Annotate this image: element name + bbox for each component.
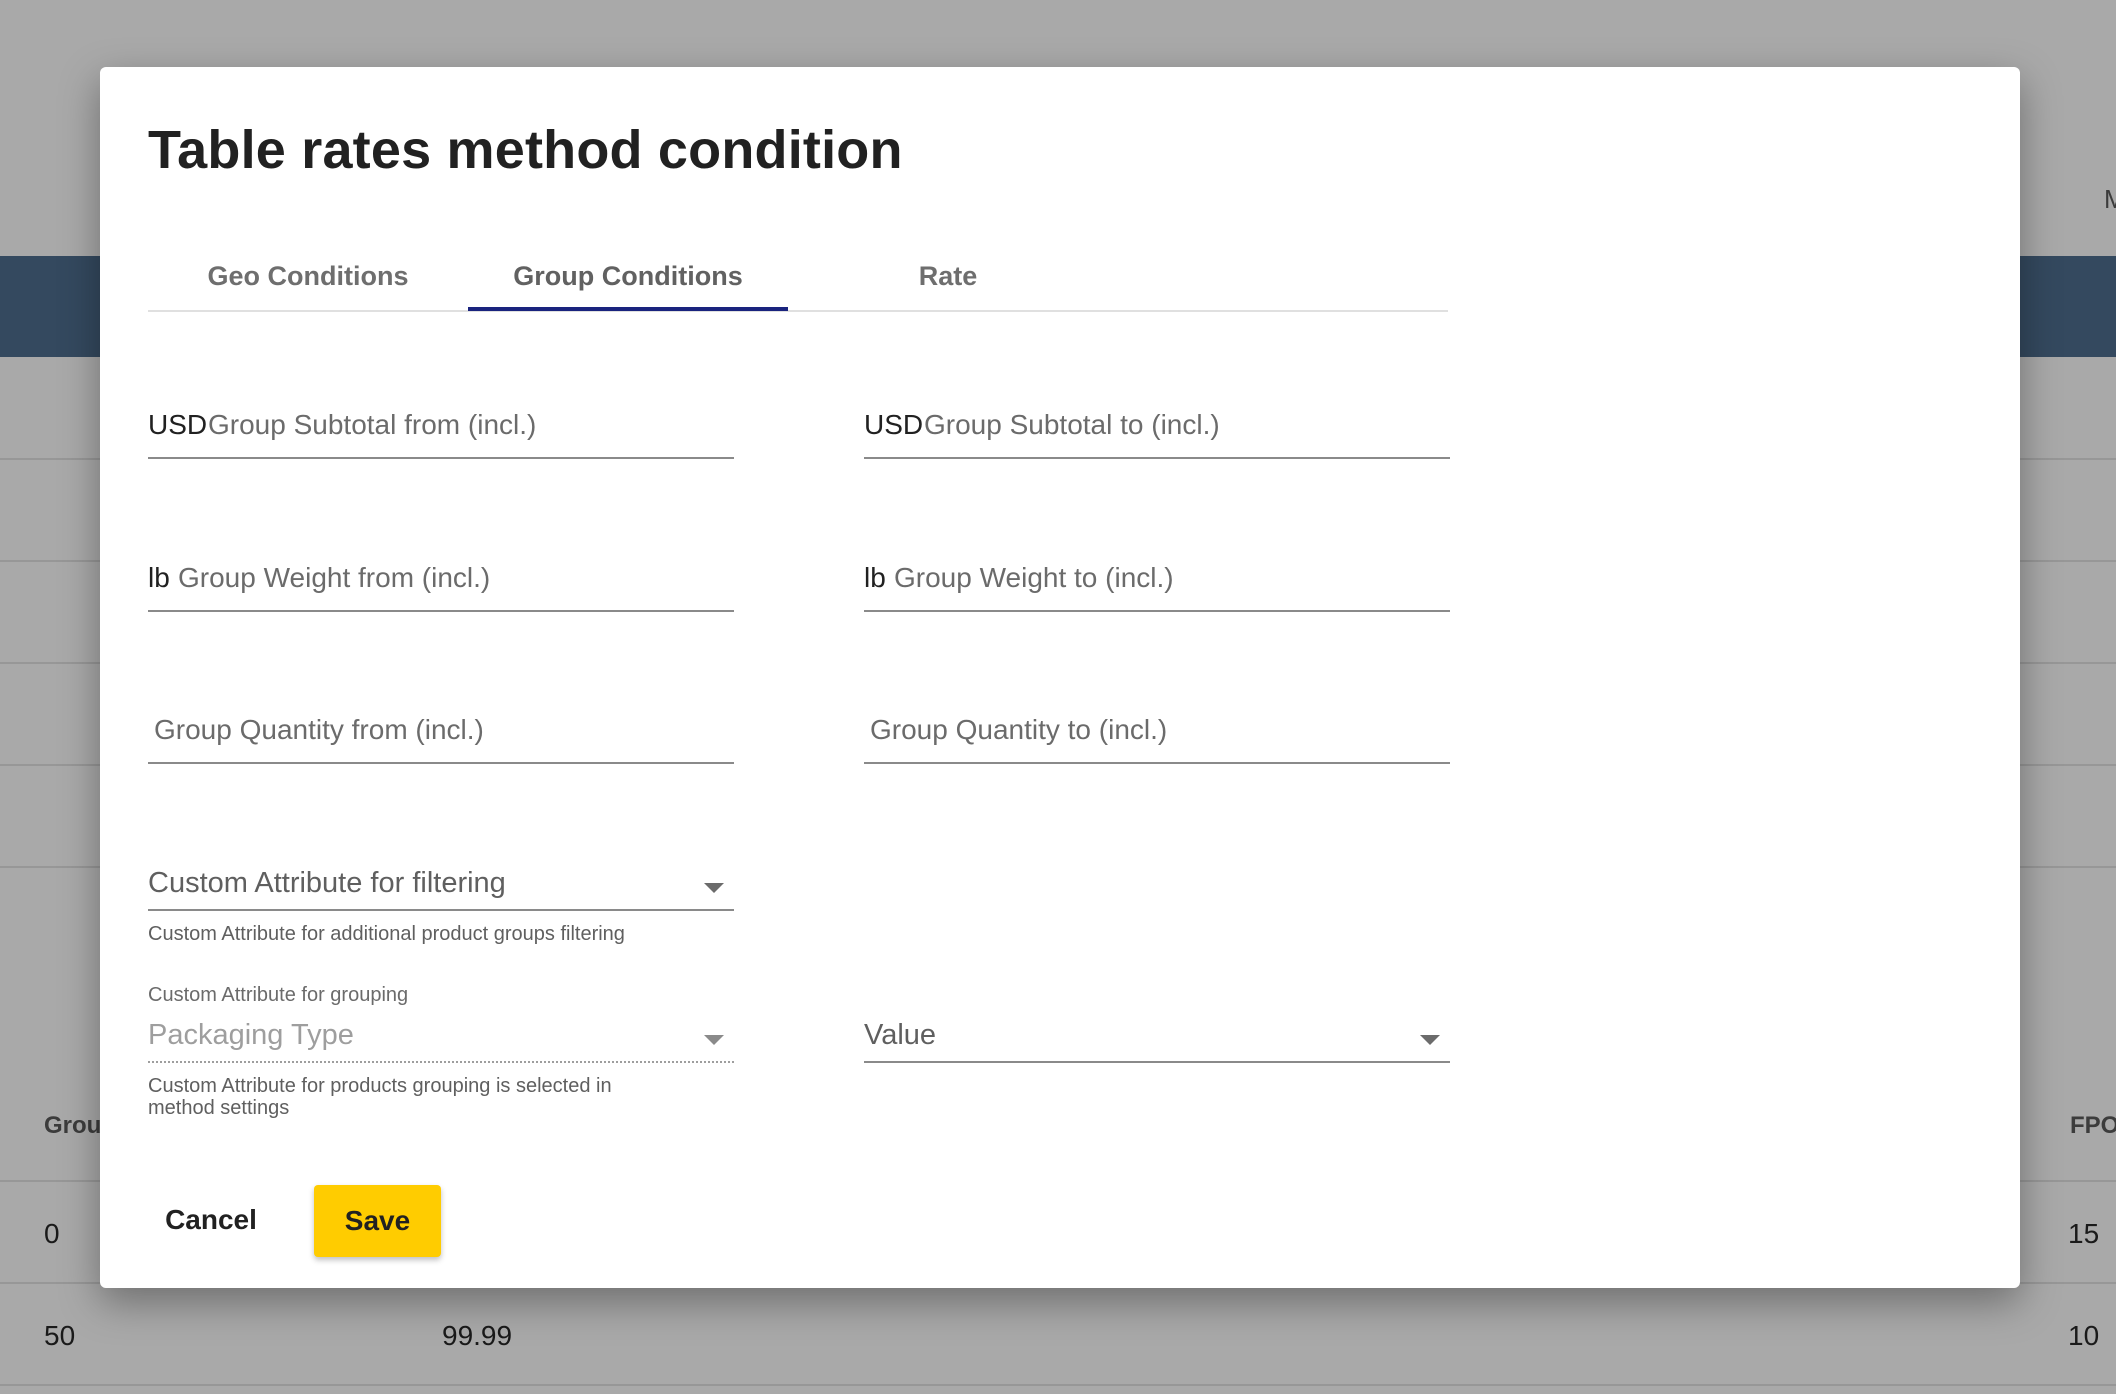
tab-rate[interactable]: Rate [788,241,1108,312]
custom-attribute-filter-hint: Custom Attribute for additional product … [148,923,625,945]
group-weight-to-input[interactable] [864,552,1450,610]
hint-line: method settings [148,1097,290,1119]
background-cell: 50 [44,1320,76,1351]
condition-dialog: Table rates method condition Geo Conditi… [100,67,2020,1288]
group-subtotal-to-input[interactable] [864,399,1450,457]
background-row-divider [0,1384,2116,1386]
group-quantity-from-input[interactable] [148,704,734,762]
dialog-title: Table rates method condition [148,120,903,180]
group-weight-from-input[interactable] [148,552,734,610]
tab-group-conditions[interactable]: Group Conditions [468,241,788,312]
active-tab-indicator [468,307,788,311]
custom-attribute-grouping-hint: Custom Attribute for products grouping i… [148,1075,612,1119]
background-cell: 15 [2068,1218,2100,1249]
save-button[interactable]: Save [314,1185,441,1257]
group-weight-from-field[interactable]: lb Group Weight from (incl.) [148,552,734,612]
group-quantity-to-field[interactable]: Group Quantity to (incl.) [864,704,1450,764]
group-subtotal-from-field[interactable]: USD Group Subtotal from (incl.) [148,399,734,459]
background-cell: 99.99 [442,1320,513,1351]
custom-attribute-grouping-value: Packaging Type [148,1019,354,1051]
custom-attribute-grouping-select: Packaging Type [148,1003,734,1063]
background-cell: 0 [44,1218,60,1249]
chevron-down-icon [1420,1035,1440,1045]
background-header-text: M [2104,184,2116,214]
value-select[interactable]: Value [864,1003,1450,1063]
custom-attribute-filter-label: Custom Attribute for filtering [148,867,506,899]
hint-line: Custom Attribute for products grouping i… [148,1075,612,1097]
cancel-button[interactable]: Cancel [148,1185,274,1255]
chevron-down-icon [704,883,724,893]
background-column-header: FPO [2070,1112,2116,1139]
group-weight-to-field[interactable]: lb Group Weight to (incl.) [864,552,1450,612]
value-select-label: Value [864,1019,937,1051]
group-subtotal-from-input[interactable] [148,399,734,457]
group-quantity-to-input[interactable] [864,704,1450,762]
background-column-header: Grou [44,1112,102,1139]
background-cell: 10 [2068,1320,2100,1351]
group-subtotal-to-field[interactable]: USD Group Subtotal to (incl.) [864,399,1450,459]
tab-geo-conditions[interactable]: Geo Conditions [148,241,468,312]
custom-attribute-filter-select[interactable]: Custom Attribute for filtering [148,851,734,911]
chevron-down-icon [704,1035,724,1045]
tab-bar: Geo Conditions Group Conditions Rate [148,241,1448,312]
group-quantity-from-field[interactable]: Group Quantity from (incl.) [148,704,734,764]
